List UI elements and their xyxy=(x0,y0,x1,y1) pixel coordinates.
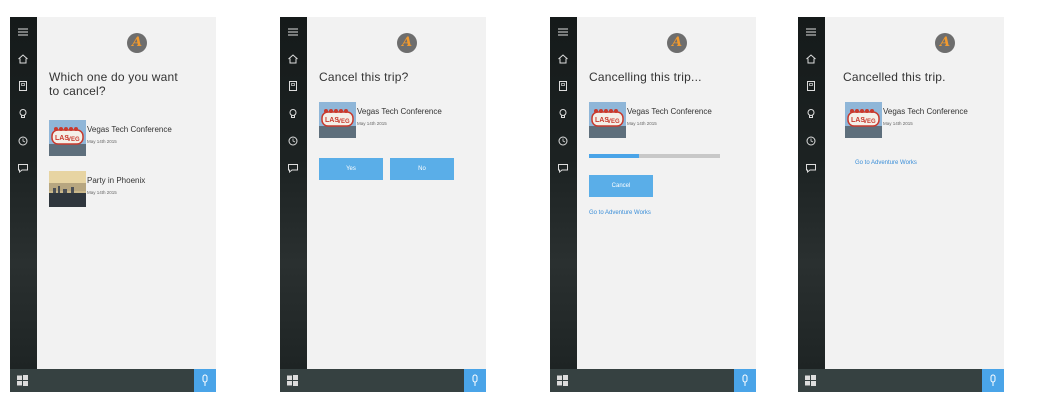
hamburger-icon[interactable] xyxy=(286,25,300,39)
cortana-panel-cancelling: A Cancelling this trip... LAS VEG Vegas T… xyxy=(550,17,756,392)
content-area: A Cancelling this trip... LAS VEG Vegas T… xyxy=(577,17,756,369)
history-icon[interactable] xyxy=(804,134,818,148)
progress-fill xyxy=(589,154,639,158)
content-area: A Cancelled this trip. LAS VEG Vegas Tech… xyxy=(825,17,1004,369)
svg-text:VEG: VEG xyxy=(607,119,620,125)
prompt-title: Cancelled this trip. xyxy=(843,70,946,84)
feedback-icon[interactable] xyxy=(804,161,818,175)
svg-text:VEG: VEG xyxy=(67,137,80,143)
history-icon[interactable] xyxy=(16,134,30,148)
taskbar xyxy=(10,369,216,392)
trip-card: LAS VEG Vegas Tech Conference May 14th 20… xyxy=(319,102,479,138)
trip-name: Vegas Tech Conference xyxy=(627,107,712,116)
microphone-icon xyxy=(472,374,478,386)
prompt-title: Which one do you want to cancel? xyxy=(49,70,178,98)
trip-name: Vegas Tech Conference xyxy=(357,107,442,116)
home-icon[interactable] xyxy=(556,52,570,66)
trip-card: LAS VEG Vegas Tech Conference May 14th 20… xyxy=(845,102,995,138)
trip-date: May 14th 2015 xyxy=(883,121,913,126)
cancel-progress-bar xyxy=(589,154,720,158)
trip-date: May 14th 2015 xyxy=(87,190,117,195)
no-button[interactable]: No xyxy=(390,158,454,180)
cortana-panel-select: A Which one do you want to cancel? LAS VEG… xyxy=(10,17,216,392)
adventure-works-link[interactable]: Go to Adventure Works xyxy=(589,210,651,216)
microphone-button[interactable] xyxy=(464,369,486,392)
notebook-icon[interactable] xyxy=(286,79,300,93)
trip-name: Vegas Tech Conference xyxy=(87,125,172,134)
trip-date: May 14th 2015 xyxy=(357,121,387,126)
trip-option-vegas[interactable]: LAS VEG Vegas Tech Conference May 14th 20… xyxy=(49,120,209,156)
home-icon[interactable] xyxy=(286,52,300,66)
side-rail xyxy=(10,17,37,369)
microphone-icon xyxy=(742,374,748,386)
side-rail xyxy=(550,17,577,369)
trip-date: May 14th 2015 xyxy=(627,121,657,126)
side-rail xyxy=(798,17,825,369)
prompt-title: Cancelling this trip... xyxy=(589,70,702,84)
content-area: A Which one do you want to cancel? LAS VEG… xyxy=(37,17,216,369)
lightbulb-icon[interactable] xyxy=(556,107,570,121)
trip-card: LAS VEG Vegas Tech Conference May 14th 20… xyxy=(589,102,749,138)
adventure-works-link[interactable]: Go to Adventure Works xyxy=(855,160,917,166)
taskbar xyxy=(550,369,756,392)
home-icon[interactable] xyxy=(804,52,818,66)
cortana-panel-confirm: A Cancel this trip? LAS VEG Vegas Tech Co… xyxy=(280,17,486,392)
notebook-icon[interactable] xyxy=(556,79,570,93)
windows-start-icon[interactable] xyxy=(286,374,299,387)
prompt-title: Cancel this trip? xyxy=(319,70,409,84)
trip-date: May 14th 2015 xyxy=(87,139,117,144)
feedback-icon[interactable] xyxy=(556,161,570,175)
lightbulb-icon[interactable] xyxy=(286,107,300,121)
hamburger-icon[interactable] xyxy=(804,25,818,39)
vegas-sign-image: LAS VEG xyxy=(589,102,626,138)
lightbulb-icon[interactable] xyxy=(16,107,30,121)
taskbar xyxy=(798,369,1004,392)
notebook-icon[interactable] xyxy=(804,79,818,93)
trip-name: Vegas Tech Conference xyxy=(883,107,968,116)
taskbar xyxy=(280,369,486,392)
hamburger-icon[interactable] xyxy=(556,25,570,39)
cancel-button[interactable]: Cancel xyxy=(589,175,653,197)
microphone-icon xyxy=(202,374,208,386)
microphone-button[interactable] xyxy=(982,369,1004,392)
home-icon[interactable] xyxy=(16,52,30,66)
lightbulb-icon[interactable] xyxy=(804,107,818,121)
microphone-icon xyxy=(990,374,996,386)
windows-start-icon[interactable] xyxy=(556,374,569,387)
cortana-avatar: A xyxy=(935,33,955,53)
svg-text:VEG: VEG xyxy=(863,119,876,125)
hamburger-icon[interactable] xyxy=(16,25,30,39)
cortana-panel-cancelled: A Cancelled this trip. LAS VEG Vegas Tech… xyxy=(798,17,1004,392)
cortana-avatar: A xyxy=(127,33,147,53)
notebook-icon[interactable] xyxy=(16,79,30,93)
feedback-icon[interactable] xyxy=(16,161,30,175)
side-rail xyxy=(280,17,307,369)
phoenix-skyline-image xyxy=(49,171,86,207)
trip-name: Party in Phoenix xyxy=(87,176,146,185)
feedback-icon[interactable] xyxy=(286,161,300,175)
microphone-button[interactable] xyxy=(734,369,756,392)
microphone-button[interactable] xyxy=(194,369,216,392)
windows-start-icon[interactable] xyxy=(16,374,29,387)
cortana-avatar: A xyxy=(667,33,687,53)
cortana-avatar: A xyxy=(397,33,417,53)
vegas-sign-image: LAS VEG xyxy=(845,102,882,138)
svg-text:VEG: VEG xyxy=(337,119,350,125)
windows-start-icon[interactable] xyxy=(804,374,817,387)
history-icon[interactable] xyxy=(556,134,570,148)
vegas-sign-image: LAS VEG xyxy=(49,120,86,156)
vegas-sign-image: LAS VEG xyxy=(319,102,356,138)
yes-button[interactable]: Yes xyxy=(319,158,383,180)
history-icon[interactable] xyxy=(286,134,300,148)
content-area: A Cancel this trip? LAS VEG Vegas Tech Co… xyxy=(307,17,486,369)
trip-option-phoenix[interactable]: Party in Phoenix May 14th 2015 xyxy=(49,171,209,207)
